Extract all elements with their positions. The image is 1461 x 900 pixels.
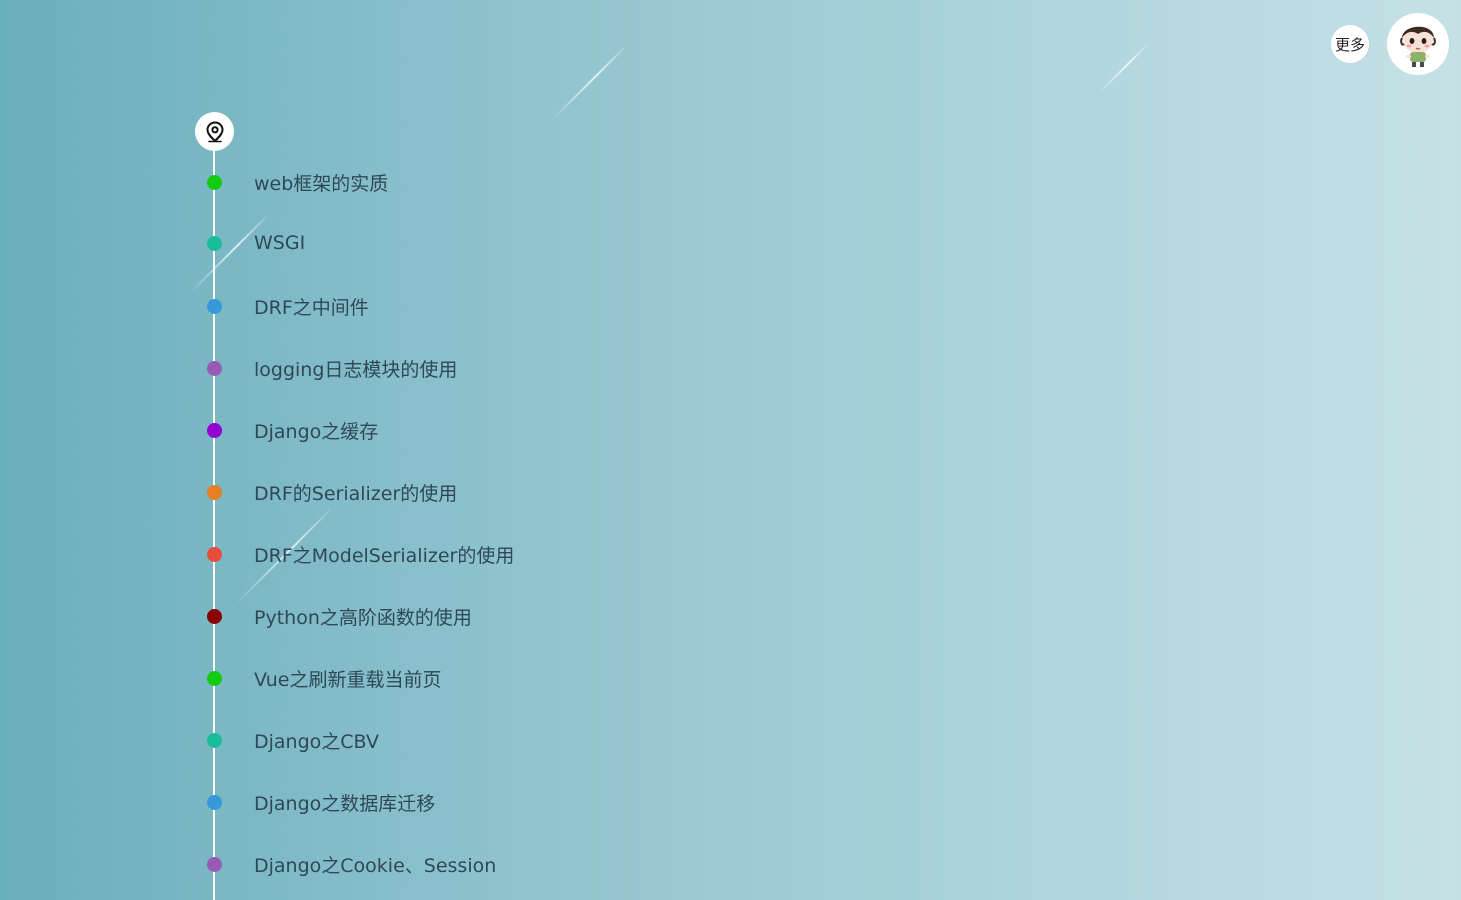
timeline-item-title[interactable]: Django之数据库迁移 bbox=[254, 789, 435, 816]
timeline-item[interactable]: Django之CBV bbox=[205, 730, 379, 753]
top-right-controls: 更多 bbox=[1331, 13, 1449, 75]
timeline-dot bbox=[207, 174, 222, 190]
timeline-item[interactable]: DRF的Serializer的使用 bbox=[205, 482, 457, 505]
timeline-item[interactable]: DRF之中间件 bbox=[205, 296, 369, 319]
background-streak bbox=[1097, 43, 1149, 95]
avatar[interactable] bbox=[1387, 13, 1449, 75]
timeline-item[interactable]: Django之Cookie、Session bbox=[205, 854, 496, 877]
timeline-dot bbox=[207, 856, 222, 872]
background-streak bbox=[189, 214, 269, 294]
timeline-dot bbox=[207, 484, 222, 500]
timeline-item-title[interactable]: web框架的实质 bbox=[254, 169, 388, 196]
timeline-item-title[interactable]: Django之Cookie、Session bbox=[254, 851, 496, 878]
timeline-item-title[interactable]: Django之CBV bbox=[254, 727, 379, 754]
timeline-item[interactable]: logging日志模块的使用 bbox=[205, 358, 457, 381]
location-pin-icon bbox=[205, 120, 224, 142]
timeline-item-title[interactable]: Python之高阶函数的使用 bbox=[254, 603, 472, 630]
timeline-item-title[interactable]: Django之缓存 bbox=[254, 417, 378, 444]
timeline-item-title[interactable]: DRF的Serializer的使用 bbox=[254, 479, 457, 506]
timeline-dot bbox=[207, 298, 222, 314]
timeline-item[interactable]: WSGI bbox=[205, 232, 305, 254]
timeline-dot bbox=[207, 546, 222, 562]
timeline-item[interactable]: Vue之刷新重载当前页 bbox=[205, 668, 441, 691]
timeline-item[interactable]: web框架的实质 bbox=[205, 172, 388, 195]
timeline-pin bbox=[195, 112, 234, 151]
background-streak bbox=[550, 46, 626, 122]
timeline-item[interactable]: Django之数据库迁移 bbox=[205, 792, 435, 815]
timeline-line bbox=[213, 140, 215, 900]
timeline-item[interactable]: DRF之ModelSerializer的使用 bbox=[205, 544, 514, 567]
timeline-item-title[interactable]: WSGI bbox=[254, 232, 305, 254]
timeline-dot bbox=[207, 608, 222, 624]
timeline-item[interactable]: Python之高阶函数的使用 bbox=[205, 606, 472, 629]
timeline-dot bbox=[207, 360, 222, 376]
timeline-item[interactable]: Django之缓存 bbox=[205, 420, 378, 443]
timeline-dot bbox=[207, 422, 222, 438]
timeline-dot bbox=[207, 794, 222, 810]
timeline-item-title[interactable]: DRF之ModelSerializer的使用 bbox=[254, 541, 514, 568]
timeline-dot bbox=[207, 670, 222, 686]
timeline-item-title[interactable]: DRF之中间件 bbox=[254, 293, 369, 320]
timeline-dot bbox=[207, 732, 222, 748]
timeline-item-title[interactable]: Vue之刷新重载当前页 bbox=[254, 665, 441, 692]
more-button[interactable]: 更多 bbox=[1331, 25, 1369, 63]
cartoon-avatar-icon bbox=[1400, 26, 1436, 67]
timeline-item-title[interactable]: logging日志模块的使用 bbox=[254, 355, 457, 382]
timeline-dot bbox=[207, 235, 222, 251]
